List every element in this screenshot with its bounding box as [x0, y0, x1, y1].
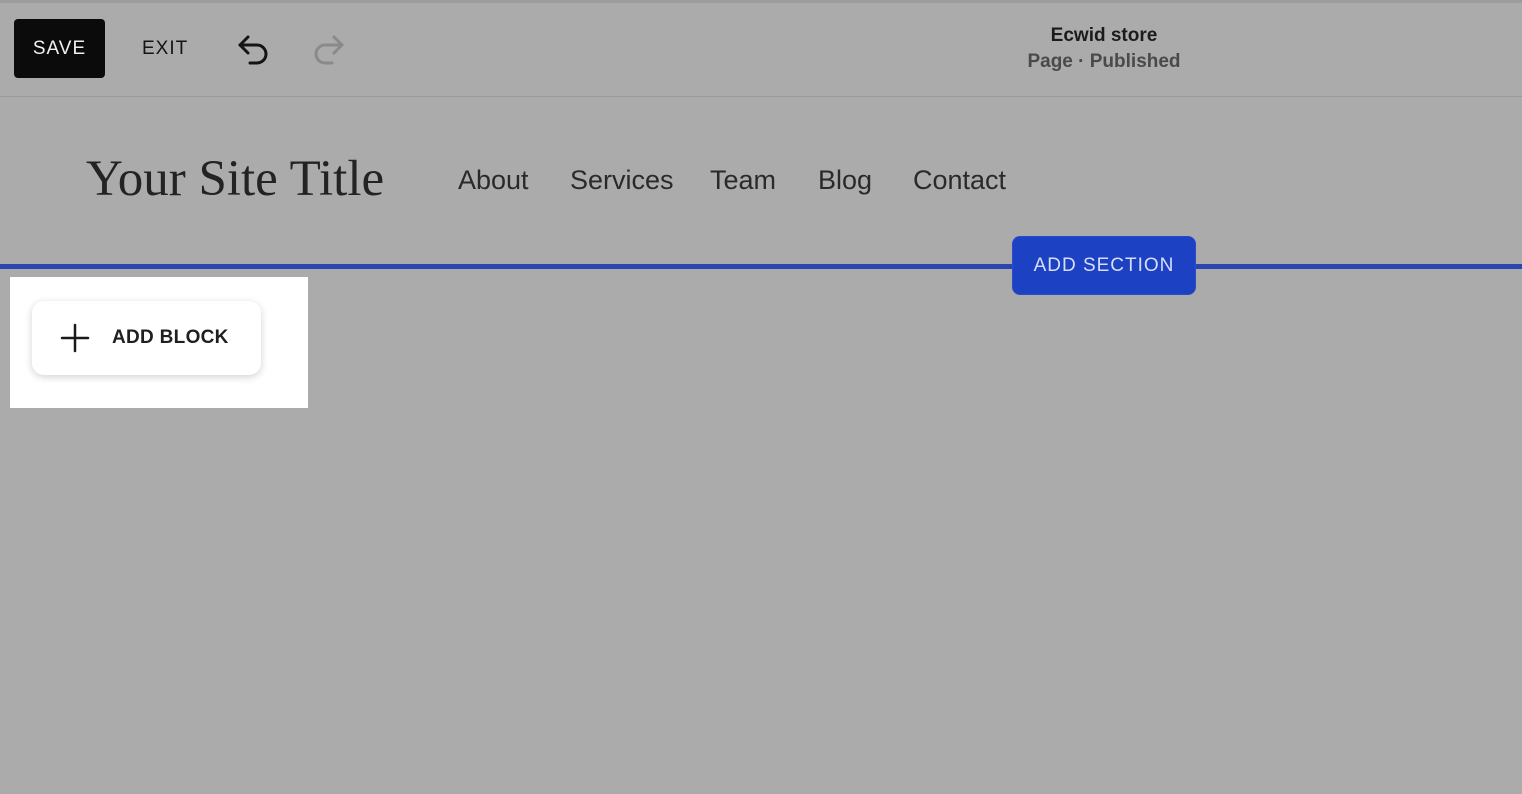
add-block-label: ADD BLOCK: [112, 327, 229, 348]
page-status: Page · Published: [1027, 51, 1181, 72]
redo-icon: [314, 35, 344, 65]
add-section-button[interactable]: ADD SECTION: [1012, 236, 1196, 295]
empty-block-area: ADD BLOCK: [10, 277, 308, 408]
add-block-button[interactable]: ADD BLOCK: [32, 301, 261, 375]
site-title[interactable]: Your Site Title: [86, 146, 384, 212]
store-name: Ecwid store: [1050, 25, 1158, 46]
section-divider-line: [0, 264, 1522, 269]
nav-item-team[interactable]: Team: [710, 160, 776, 200]
store-info: Ecwid store Page · Published: [954, 23, 1254, 75]
exit-button[interactable]: EXIT: [132, 19, 198, 78]
editor-toolbar: SAVE EXIT Ecwid store Page · Published: [0, 3, 1522, 97]
nav-item-services[interactable]: Services: [570, 160, 674, 200]
undo-icon: [238, 35, 268, 65]
plus-icon: [60, 323, 90, 353]
undo-button[interactable]: [234, 29, 274, 69]
redo-button[interactable]: [308, 29, 348, 69]
nav-item-contact[interactable]: Contact: [913, 160, 1006, 200]
nav-item-blog[interactable]: Blog: [818, 160, 872, 200]
editor-page: SAVE EXIT Ecwid store Page · Published Y…: [0, 0, 1522, 794]
save-button[interactable]: SAVE: [14, 19, 105, 78]
nav-item-about[interactable]: About: [458, 160, 529, 200]
